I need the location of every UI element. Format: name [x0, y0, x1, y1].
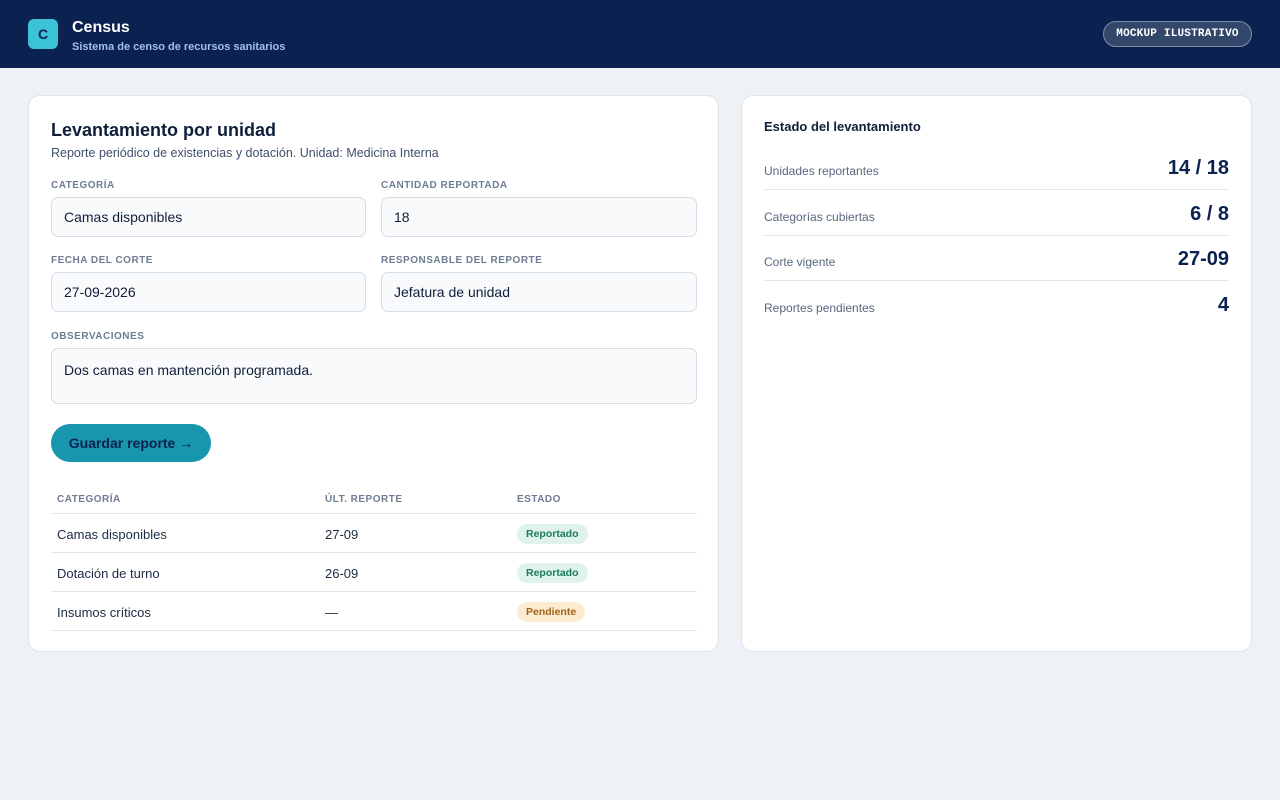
table-header-category: CATEGORÍA	[57, 494, 121, 505]
responsible-input[interactable]	[381, 272, 697, 312]
save-report-button[interactable]: Guardar reporte →	[51, 424, 211, 462]
row-last-report: 26-09	[325, 566, 359, 581]
cutoff-date-input[interactable]	[51, 272, 366, 312]
stat-label-pending-reports: Reportes pendientes	[764, 301, 875, 315]
stat-divider	[764, 189, 1229, 190]
form-subtitle: Reporte periódico de existencias y dotac…	[51, 146, 439, 160]
status-badge: Reportado	[517, 524, 588, 544]
status-panel-title: Estado del levantamiento	[764, 119, 921, 134]
status-badge: Pendiente	[517, 602, 586, 622]
stat-divider	[764, 235, 1229, 236]
report-form-card: Levantamiento por unidad Reporte periódi…	[28, 95, 719, 652]
stat-label-covered-categories: Categorías cubiertas	[764, 210, 875, 224]
category-input[interactable]	[51, 197, 366, 237]
stat-value-current-cutoff: 27-09	[1177, 248, 1229, 270]
responsible-label: RESPONSABLE DEL REPORTE	[381, 255, 543, 266]
row-category: Insumos críticos	[57, 605, 151, 620]
row-category: Camas disponibles	[57, 527, 167, 542]
quantity-label: CANTIDAD REPORTADA	[381, 180, 508, 191]
category-label: CATEGORÍA	[51, 180, 115, 191]
app-logo-icon: C	[28, 19, 58, 49]
cutoff-date-label: FECHA DEL CORTE	[51, 255, 153, 266]
table-divider	[51, 591, 697, 592]
top-bar: C Census Sistema de censo de recursos sa…	[0, 0, 1280, 68]
status-badge: Reportado	[517, 563, 588, 583]
quantity-input[interactable]	[381, 197, 697, 237]
stat-divider	[764, 280, 1229, 281]
stat-value-pending-reports: 4	[1217, 294, 1229, 316]
status-panel-card: Estado del levantamiento Unidades report…	[741, 95, 1252, 652]
row-last-report: —	[325, 605, 338, 620]
table-divider	[51, 513, 697, 514]
stat-value-reporting-units: 14 / 18	[1167, 157, 1229, 179]
app-subtitle: Sistema de censo de recursos sanitarios	[72, 41, 286, 53]
table-header-status: ESTADO	[517, 494, 561, 505]
table-divider	[51, 552, 697, 553]
observations-label: OBSERVACIONES	[51, 331, 145, 342]
table-header-last-report: ÚLT. REPORTE	[325, 494, 403, 505]
row-last-report: 27-09	[325, 527, 359, 542]
stat-label-current-cutoff: Corte vigente	[764, 255, 836, 269]
table-divider	[51, 630, 697, 631]
app-title: Census	[72, 19, 130, 36]
stat-label-reporting-units: Unidades reportantes	[764, 164, 879, 178]
mockup-badge: MOCKUP ILUSTRATIVO	[1103, 21, 1252, 47]
row-category: Dotación de turno	[57, 566, 160, 581]
stat-value-covered-categories: 6 / 8	[1190, 203, 1229, 225]
observations-textarea[interactable]: Dos camas en mantención programada.	[51, 348, 697, 404]
form-title: Levantamiento por unidad	[51, 120, 277, 140]
